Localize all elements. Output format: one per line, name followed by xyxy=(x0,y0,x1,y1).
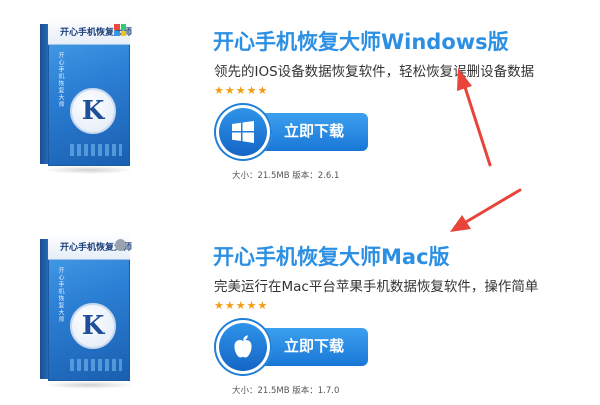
arrow-left-icon xyxy=(450,188,522,232)
annotation-arrows xyxy=(450,68,522,232)
arrow-up-icon xyxy=(457,68,492,167)
